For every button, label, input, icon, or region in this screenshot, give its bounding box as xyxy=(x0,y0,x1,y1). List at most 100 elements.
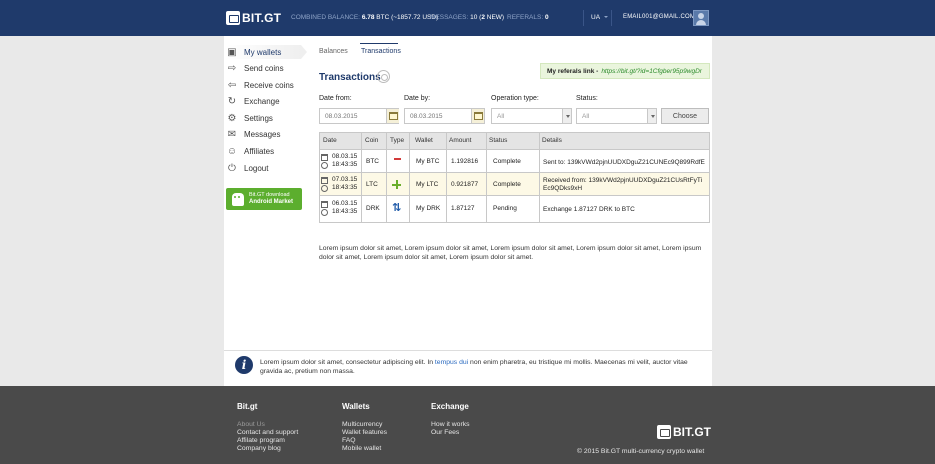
send-icon: ⇨ xyxy=(227,62,237,74)
column-header-amount[interactable]: Amount xyxy=(449,137,471,144)
messages-count[interactable]: MESSAGES: 10 (2 NEW) xyxy=(430,14,504,21)
footer-link-mobile-wallet[interactable]: Mobile wallet xyxy=(342,445,381,453)
status-select[interactable]: All xyxy=(576,108,657,124)
android-icon xyxy=(232,192,244,206)
exchange-arrows-icon: ⇅ xyxy=(392,202,402,214)
wallet-logo-icon xyxy=(226,10,240,25)
sidebar-item-exchange[interactable]: ↻ Exchange xyxy=(226,94,301,108)
sidebar-item-receive-coins[interactable]: ⇦ Receive coins xyxy=(226,78,301,92)
sidebar-item-messages[interactable]: ✉ Messages xyxy=(226,127,301,141)
sidebar-item-label: Exchange xyxy=(244,96,280,106)
footer-link-wallet-features[interactable]: Wallet features xyxy=(342,429,387,437)
tab-transactions[interactable]: Transactions xyxy=(361,48,401,55)
send-minus-icon xyxy=(394,158,401,160)
footer-link-about[interactable]: About Us xyxy=(237,421,265,429)
chevron-down-icon[interactable] xyxy=(604,16,608,18)
row-coin: BTC xyxy=(366,158,379,165)
operation-type-value: All xyxy=(497,112,505,120)
sidebar-item-send-coins[interactable]: ⇨ Send coins xyxy=(226,61,301,75)
row-date-value: 07.03.15 xyxy=(332,176,358,183)
sidebar-item-affiliates[interactable]: ☺ Affiliates xyxy=(226,144,301,158)
choose-button[interactable]: Choose xyxy=(661,108,709,124)
combined-balance-value: 6.78 xyxy=(361,14,375,21)
footer-link-fees[interactable]: Our Fees xyxy=(431,429,459,437)
tab-balances[interactable]: Balances xyxy=(319,48,348,55)
column-header-wallet[interactable]: Wallet xyxy=(415,137,433,144)
column-header-coin[interactable]: Coin xyxy=(365,137,378,144)
row-details: Received from: 139kVWd2pjnUUDXDguZ21CUsR… xyxy=(543,177,702,193)
power-icon: ⏻ xyxy=(228,162,236,174)
affiliates-icon: ☺ xyxy=(226,145,238,157)
row-details-line2: Ec9QDks9xH xyxy=(543,185,583,192)
header-divider xyxy=(611,10,612,26)
row-date-value: 06.03.15 xyxy=(332,200,358,207)
column-header-details[interactable]: Details xyxy=(542,137,562,144)
row-coin: DRK xyxy=(366,205,380,212)
messages-value: 10 ( xyxy=(470,14,482,21)
footer-link-faq[interactable]: FAQ xyxy=(342,437,356,445)
chevron-down-icon[interactable] xyxy=(647,109,656,123)
info-icon: i xyxy=(235,356,253,374)
calendar-icon[interactable] xyxy=(386,109,399,123)
calendar-icon xyxy=(321,154,328,161)
sidebar-item-label: Settings xyxy=(244,113,273,123)
row-details: Sent to: 139kVWd2pjnUUDXDguZ21CUNEc9Q899… xyxy=(543,159,705,166)
row-date: 08.03.15 18:43:35 xyxy=(321,153,358,169)
sidebar-item-settings[interactable]: ⚙ Settings xyxy=(226,111,301,125)
referral-link[interactable]: https://bit.gt/?id=1Cfgber95p9wgDr xyxy=(601,68,702,75)
avatar[interactable] xyxy=(693,10,709,26)
column-header-type[interactable]: Type xyxy=(390,137,404,144)
sidebar-item-label: Logout xyxy=(244,163,269,173)
date-from-label: Date from: xyxy=(319,95,352,102)
wallet-logo-icon xyxy=(657,425,671,439)
sidebar-item-label: My wallets xyxy=(244,47,282,57)
row-amount: 1.192816 xyxy=(451,158,479,165)
row-amount: 0.921877 xyxy=(451,181,479,188)
messages-label: MESSAGES: xyxy=(430,14,469,21)
sidebar-item-label: Messages xyxy=(244,129,281,139)
status-badge: Pending xyxy=(493,205,517,212)
user-email[interactable]: EMAIL001@GMAIL.COM xyxy=(623,14,695,20)
referral-link-box: My referals link - https://bit.gt/?id=1C… xyxy=(540,63,710,79)
footer-link-affiliate[interactable]: Affilate program xyxy=(237,437,285,445)
column-header-status[interactable]: Status xyxy=(489,137,507,144)
chevron-down-icon[interactable] xyxy=(562,109,571,123)
calendar-icon[interactable] xyxy=(471,109,484,123)
language-selector[interactable]: UA xyxy=(591,14,600,21)
row-details-line1: Received from: 139kVWd2pjnUUDXDguZ21CUsR… xyxy=(543,177,703,184)
column-header-date[interactable]: Date xyxy=(323,137,337,144)
footer-title-wallets: Wallets xyxy=(342,402,370,411)
combined-balance-label: COMBINED BALANCE: xyxy=(291,14,360,21)
operation-type-select[interactable]: All xyxy=(491,108,572,124)
message-icon: ✉ xyxy=(227,128,237,140)
row-wallet: My BTC xyxy=(416,158,440,165)
sidebar-item-my-wallets[interactable]: ▣ My wallets xyxy=(226,45,307,59)
row-details: Exchange 1.87127 DRK to BTC xyxy=(543,206,635,213)
site-logo[interactable]: BIT.GT xyxy=(226,9,281,26)
row-wallet: My DRK xyxy=(416,205,441,212)
android-download-button[interactable]: Bit.GT download Android Market xyxy=(226,188,302,210)
row-coin: LTC xyxy=(366,181,378,188)
calendar-icon xyxy=(321,177,328,184)
sidebar-item-logout[interactable]: ⏻ Logout xyxy=(226,161,301,175)
receive-plus-icon xyxy=(392,180,401,189)
footer-logo[interactable]: BIT.GT xyxy=(657,425,711,439)
sidebar-item-label: Affiliates xyxy=(244,146,275,156)
combined-balance-unit: BTC (~1857.72 USD) xyxy=(376,14,439,21)
footer-link-how-it-works[interactable]: How it works xyxy=(431,421,470,429)
row-date: 07.03.15 18:43:35 xyxy=(321,176,358,192)
row-date-value: 08.03.15 xyxy=(332,153,358,160)
footer-link-contact[interactable]: Contact and support xyxy=(237,429,298,437)
referals-count[interactable]: REFERALS: 0 xyxy=(507,14,549,21)
footer-title-bitgt: Bit.gt xyxy=(237,402,258,411)
info-link[interactable]: tempus dui xyxy=(435,359,468,366)
row-wallet: My LTC xyxy=(416,181,439,188)
messages-suffix: NEW) xyxy=(484,14,505,21)
status-badge: Complete xyxy=(493,181,521,188)
referals-label: REFERALS: xyxy=(507,14,544,21)
footer-link-multicurrency[interactable]: Multicurrency xyxy=(342,421,382,429)
logo-text: BIT.GT xyxy=(242,10,282,25)
android-line2: Android Market xyxy=(249,199,294,205)
status-value: All xyxy=(582,112,590,120)
footer-link-blog[interactable]: Company blog xyxy=(237,445,281,453)
